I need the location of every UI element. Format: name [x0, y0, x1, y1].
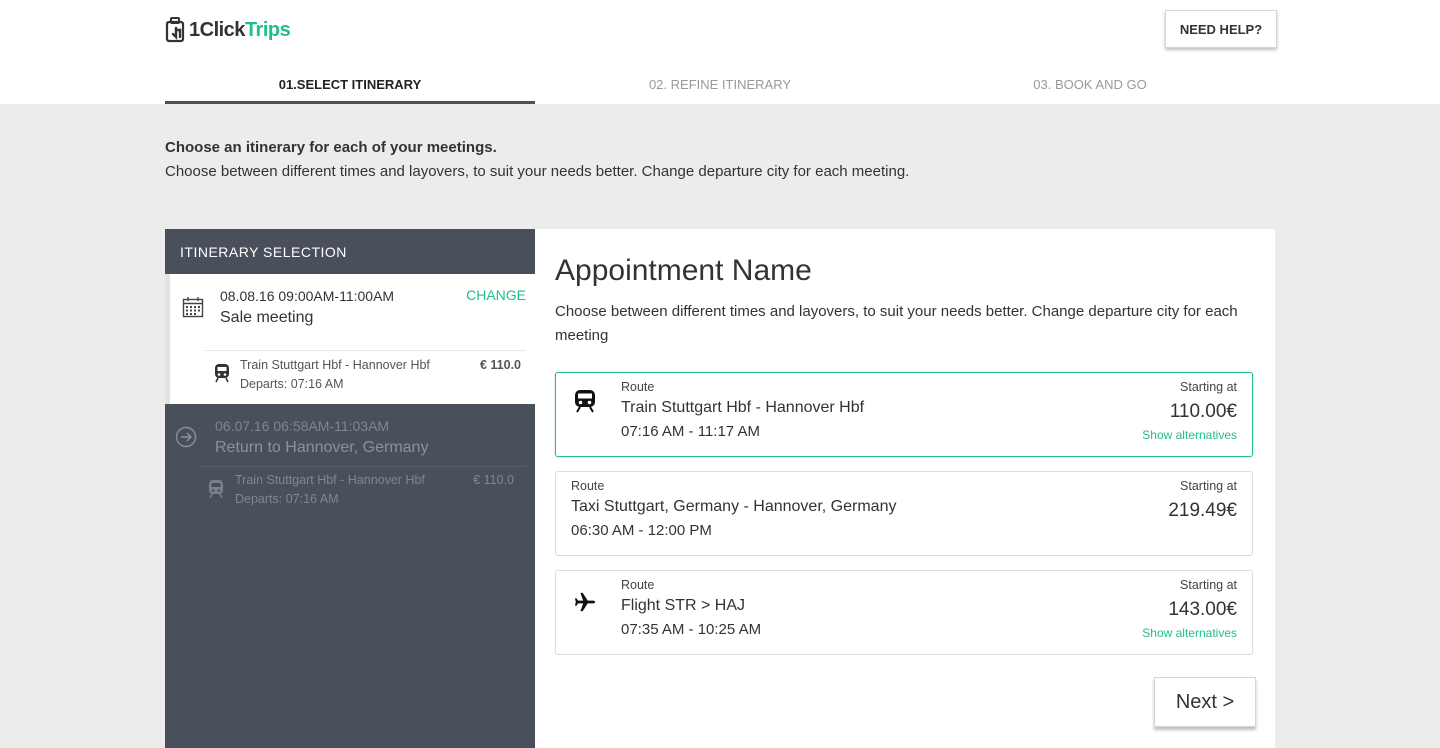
logo-text-part2: Trips: [244, 18, 291, 41]
sidebar-title: ITINERARY SELECTION: [180, 243, 347, 260]
change-meeting-link[interactable]: CHANGE: [466, 287, 526, 303]
train-icon: [209, 480, 223, 499]
meeting-item-active[interactable]: 08.08.16 09:00AM-11:00AM Sale meeting CH…: [165, 274, 535, 404]
top-bar: 1ClickTrips NEED HELP? 01.SELECT ITINERA…: [0, 0, 1440, 104]
appointment-title: Appointment Name: [555, 254, 812, 287]
logo-text-part1: 1Click: [189, 18, 245, 41]
route-kicker: Route: [621, 578, 655, 592]
step-book-and-go[interactable]: 03. BOOK AND GO: [905, 66, 1275, 104]
route-time: 06:30 AM - 12:00 PM: [571, 522, 712, 539]
route-name: Taxi Stuttgart, Germany - Hannover, Germ…: [571, 498, 897, 515]
appointment-description: Choose between different times and layov…: [555, 303, 1238, 344]
route-name: Train Stuttgart Hbf - Hannover Hbf: [621, 399, 865, 416]
logo[interactable]: 1ClickTrips: [165, 14, 291, 46]
intro-description: Choose between different times and layov…: [165, 163, 910, 180]
meeting-name: Return to Hannover, Germany: [215, 439, 429, 456]
divider: [205, 350, 526, 351]
route-option-taxi[interactable]: Route Taxi Stuttgart, Germany - Hannover…: [555, 471, 1253, 556]
route-time: 07:16 AM - 11:17 AM: [621, 423, 760, 440]
train-icon: [575, 390, 595, 413]
need-help-button[interactable]: NEED HELP?: [1165, 10, 1277, 48]
starting-at-label: Starting at: [1180, 479, 1237, 493]
meeting-datetime: 08.08.16 09:00AM-11:00AM: [220, 288, 395, 304]
starting-at-label: Starting at: [1180, 380, 1237, 394]
step-refine-itinerary[interactable]: 02. REFINE ITINERARY: [535, 66, 905, 104]
progress-steps: 01.SELECT ITINERARY 02. REFINE ITINERARY…: [165, 66, 1275, 104]
leg-price: € 110.0: [479, 358, 521, 372]
appointment-panel: Appointment Name Choose between differen…: [535, 229, 1275, 748]
logo-icon: [165, 17, 185, 43]
calendar-icon: [182, 297, 204, 318]
meeting-name: Sale meeting: [220, 309, 314, 326]
route-price: 143.00€: [1168, 599, 1237, 620]
meeting-item-return[interactable]: 06.07.16 06:58AM-11:03AM Return to Hanno…: [165, 404, 535, 519]
route-option-train[interactable]: Route Train Stuttgart Hbf - Hannover Hbf…: [555, 372, 1253, 457]
route-kicker: Route: [571, 479, 605, 493]
train-icon: [215, 364, 229, 383]
divider: [200, 466, 526, 467]
route-price: 219.49€: [1168, 500, 1237, 521]
leg-price: € 110.0: [473, 473, 514, 487]
show-alternatives-link[interactable]: Show alternatives: [1142, 428, 1237, 442]
route-option-flight[interactable]: Route Flight STR > HAJ 07:35 AM - 10:25 …: [555, 570, 1253, 655]
step-select-itinerary[interactable]: 01.SELECT ITINERARY: [165, 66, 535, 104]
starting-at-label: Starting at: [1180, 578, 1237, 592]
route-time: 07:35 AM - 10:25 AM: [621, 621, 762, 638]
show-alternatives-link[interactable]: Show alternatives: [1142, 626, 1237, 640]
itinerary-sidebar: ITINERARY SELECTION 08.08.16 09:00AM-11:…: [165, 229, 535, 748]
logo-text: 1ClickTrips: [189, 18, 291, 42]
intro-title: Choose an itinerary for each of your mee…: [165, 139, 497, 156]
leg-departure: Departs: 07:16 AM: [240, 377, 344, 391]
leg-departure: Departs: 07:16 AM: [235, 492, 339, 506]
route-price: 110.00€: [1169, 401, 1237, 422]
route-kicker: Route: [621, 380, 655, 394]
leg-route: Train Stuttgart Hbf - Hannover Hbf: [240, 358, 430, 372]
leg-route: Train Stuttgart Hbf - Hannover Hbf: [235, 473, 425, 487]
intro-text: Choose an itinerary for each of your mee…: [165, 136, 1275, 184]
next-button[interactable]: Next >: [1154, 677, 1256, 727]
arrow-circle-icon: [175, 426, 197, 448]
route-name: Flight STR > HAJ: [621, 597, 746, 614]
meeting-datetime: 06.07.16 06:58AM-11:03AM: [215, 418, 390, 434]
plane-icon: [574, 592, 596, 612]
